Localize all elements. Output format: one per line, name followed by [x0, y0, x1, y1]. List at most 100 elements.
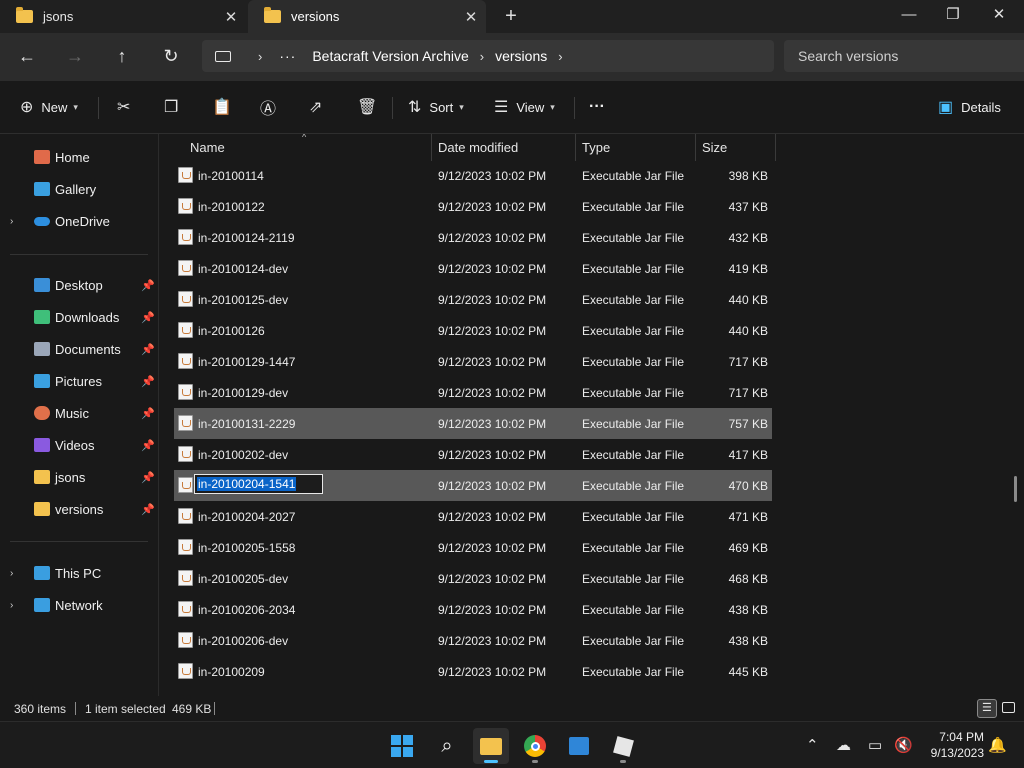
file-row[interactable]: in-20100205-1558 9/12/2023 10:02 PM Execut…: [174, 532, 772, 563]
file-row[interactable]: in-20100125-dev 9/12/2023 10:02 PM Executa…: [174, 284, 772, 315]
refresh-button[interactable]: ↻: [156, 43, 186, 69]
pin-icon[interactable]: 📌: [141, 471, 155, 484]
onedrive-tray-icon[interactable]: ☁: [836, 736, 851, 754]
clock[interactable]: 7:04 PM 9/13/2023: [918, 729, 984, 761]
copy-button[interactable]: ❐: [164, 94, 178, 120]
pin-icon[interactable]: 📌: [141, 375, 155, 388]
pin-icon[interactable]: 📌: [141, 311, 155, 324]
file-size: 469 KB: [728, 540, 768, 555]
maximize-button[interactable]: ❐: [930, 0, 976, 33]
taskbar-search-button[interactable]: ⌕: [429, 728, 465, 764]
notification-bell-icon[interactable]: 🔔: [988, 736, 1007, 754]
sidebar-item-pictures[interactable]: Pictures 📌: [0, 367, 158, 395]
chevron-right-icon[interactable]: ›: [258, 49, 262, 64]
sidebar-item-documents[interactable]: Documents 📌: [0, 335, 158, 363]
sidebar-item-onedrive[interactable]: › OneDrive: [0, 207, 158, 235]
file-type: Executable Jar File: [582, 664, 685, 679]
file-row[interactable]: in-20100204-2027 9/12/2023 10:02 PM Execut…: [174, 501, 772, 532]
taskbar-roblox[interactable]: [605, 728, 641, 764]
scrollbar-thumb[interactable]: [1014, 476, 1017, 502]
back-button[interactable]: ←: [12, 43, 42, 69]
file-row[interactable]: in-20100206-dev 9/12/2023 10:02 PM Executa…: [174, 625, 772, 656]
pin-icon[interactable]: 📌: [141, 279, 155, 292]
sidebar-item-downloads[interactable]: Downloads 📌: [0, 303, 158, 331]
sidebar-item-network[interactable]: › Network: [0, 591, 158, 619]
column-type[interactable]: Type: [576, 134, 696, 161]
volume-muted-icon[interactable]: 🔇: [894, 736, 913, 754]
expand-chevron-icon[interactable]: ›: [10, 216, 13, 227]
search-input[interactable]: Search versions: [784, 40, 1024, 72]
view-button[interactable]: ☰ View ▾: [494, 94, 555, 120]
tab-jsons[interactable]: jsons ✕: [0, 0, 246, 33]
sidebar-item-videos[interactable]: Videos 📌: [0, 431, 158, 459]
new-tab-button[interactable]: +: [498, 4, 524, 30]
paste-button[interactable]: 📋: [212, 94, 232, 120]
file-row[interactable]: in-20100204-1541 9/12/2023 10:02 PM Execut…: [174, 470, 772, 501]
network-icon[interactable]: ▭: [868, 736, 882, 754]
new-button[interactable]: ⊕ New ▾: [20, 94, 78, 120]
file-name: in-20100126: [198, 323, 265, 338]
file-date-modified: 9/12/2023 10:02 PM: [438, 199, 547, 214]
start-button[interactable]: [384, 728, 420, 764]
more-options-button[interactable]: ···: [589, 94, 605, 120]
this-pc-icon[interactable]: [215, 50, 231, 62]
close-tab-icon[interactable]: ✕: [216, 8, 246, 26]
sidebar-item-this-pc[interactable]: › This PC: [0, 559, 158, 587]
close-tab-icon[interactable]: ✕: [456, 8, 486, 26]
tab-versions[interactable]: versions ✕: [248, 0, 486, 33]
pin-icon[interactable]: 📌: [141, 343, 155, 356]
file-row[interactable]: in-20100202-dev 9/12/2023 10:02 PM Executa…: [174, 439, 772, 470]
taskbar-file-explorer[interactable]: [473, 728, 509, 764]
up-button[interactable]: ↑: [107, 43, 137, 69]
file-row[interactable]: in-20100124-2119 9/12/2023 10:02 PM Execut…: [174, 222, 772, 253]
delete-button[interactable]: 🗑: [357, 94, 377, 120]
column-name[interactable]: Name: [184, 134, 432, 161]
sidebar-item-versions[interactable]: versions 📌: [0, 495, 158, 523]
folder-icon: [264, 7, 281, 23]
sort-button[interactable]: ⇅ Sort ▾: [408, 94, 464, 120]
file-row[interactable]: in-20100205-dev 9/12/2023 10:02 PM Executa…: [174, 563, 772, 594]
pin-icon[interactable]: 📌: [141, 439, 155, 452]
pin-icon[interactable]: 📌: [141, 503, 155, 516]
chevron-right-icon[interactable]: ›: [480, 49, 484, 64]
file-row[interactable]: in-20100129-dev 9/12/2023 10:02 PM Executa…: [174, 377, 772, 408]
file-row[interactable]: in-20100122 9/12/2023 10:02 PM Executable …: [174, 191, 772, 222]
sidebar-item-gallery[interactable]: Gallery: [0, 175, 158, 203]
taskbar-store[interactable]: [561, 728, 597, 764]
file-row[interactable]: in-20100126 9/12/2023 10:02 PM Executable …: [174, 315, 772, 346]
pin-icon[interactable]: 📌: [141, 407, 155, 420]
file-row[interactable]: in-20100206-2034 9/12/2023 10:02 PM Execut…: [174, 594, 772, 625]
sidebar-item-label: versions: [55, 501, 104, 517]
column-date-modified[interactable]: Date modified: [432, 134, 576, 161]
address-bar[interactable]: › ··· Betacraft Version Archive › versio…: [202, 40, 774, 72]
file-row[interactable]: in-20100124-dev 9/12/2023 10:02 PM Executa…: [174, 253, 772, 284]
tiles-view-toggle[interactable]: [999, 699, 1019, 718]
sidebar-item-music[interactable]: Music 📌: [0, 399, 158, 427]
show-hidden-icons-button[interactable]: ⌃: [806, 736, 819, 754]
cut-button[interactable]: ✂: [117, 94, 130, 120]
chevron-right-icon[interactable]: ›: [558, 49, 562, 64]
sidebar-item-jsons[interactable]: jsons 📌: [0, 463, 158, 491]
taskbar-chrome[interactable]: [517, 728, 553, 764]
file-row[interactable]: in-20100209 9/12/2023 10:02 PM Executable …: [174, 656, 772, 687]
rename-button[interactable]: Ⓐ: [260, 94, 276, 120]
sidebar-item-home[interactable]: Home: [0, 143, 158, 171]
forward-button[interactable]: →: [60, 43, 90, 69]
rename-input[interactable]: in-20100204-1541: [194, 474, 323, 494]
breadcrumb-betacraft[interactable]: Betacraft Version Archive: [312, 48, 468, 64]
close-window-button[interactable]: ✕: [976, 0, 1022, 33]
expand-chevron-icon[interactable]: ›: [10, 568, 13, 579]
breadcrumb-overflow[interactable]: ···: [279, 48, 296, 64]
file-type: Executable Jar File: [582, 323, 685, 338]
details-button[interactable]: ▣ Details: [938, 94, 1001, 120]
breadcrumb-versions[interactable]: versions: [495, 48, 547, 64]
expand-chevron-icon[interactable]: ›: [10, 600, 13, 611]
file-row[interactable]: in-20100129-1447 9/12/2023 10:02 PM Execut…: [174, 346, 772, 377]
share-button[interactable]: ⇗: [309, 94, 322, 120]
details-view-toggle[interactable]: ☰: [977, 699, 997, 718]
sidebar-item-desktop[interactable]: Desktop 📌: [0, 271, 158, 299]
file-row[interactable]: in-20100114 9/12/2023 10:02 PM Executable …: [174, 160, 772, 191]
minimize-button[interactable]: —: [886, 0, 932, 33]
column-size[interactable]: Size: [696, 134, 776, 161]
file-row[interactable]: in-20100131-2229 9/12/2023 10:02 PM Execut…: [174, 408, 772, 439]
